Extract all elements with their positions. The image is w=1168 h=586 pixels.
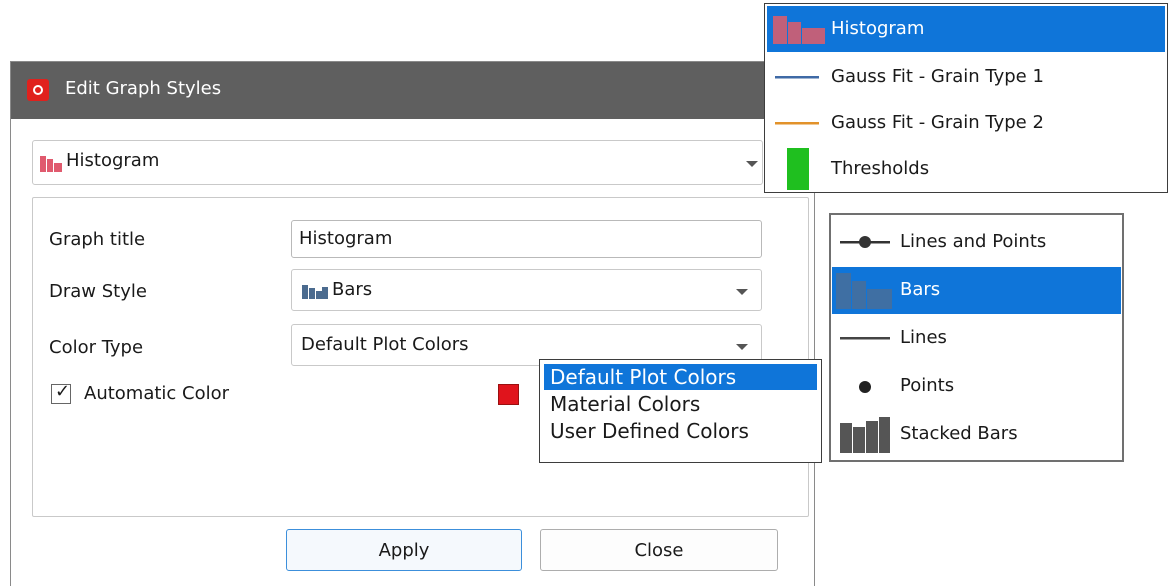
graph-title-label: Graph title — [49, 229, 146, 250]
apply-button[interactable]: Apply — [286, 529, 522, 571]
graph-item-label: Gauss Fit - Grain Type 2 — [831, 112, 1044, 133]
style-item-points[interactable]: Points — [832, 363, 1121, 410]
automatic-color-checkbox[interactable]: ✓ — [51, 381, 71, 404]
graph-selector-value: Histogram — [66, 150, 160, 171]
line-icon — [840, 337, 890, 340]
graph-item-histogram[interactable]: Histogram — [767, 6, 1165, 52]
stacked-bars-icon — [840, 417, 890, 453]
color-type-value: Default Plot Colors — [301, 334, 469, 355]
style-item-label: Lines and Points — [900, 231, 1047, 252]
graph-title-input[interactable]: Histogram — [291, 220, 762, 258]
chevron-down-icon — [736, 344, 748, 350]
chevron-down-icon — [736, 289, 748, 295]
draw-style-dropdown: Lines and Points Bars Lines Points Stack… — [829, 213, 1124, 462]
draw-style-value: Bars — [332, 279, 373, 300]
color-option-default[interactable]: Default Plot Colors — [544, 364, 817, 390]
graph-selector-combo[interactable]: Histogram — [32, 140, 763, 185]
graph-item-thresholds[interactable]: Thresholds — [767, 146, 1165, 192]
style-item-label: Points — [900, 375, 955, 396]
style-item-lines[interactable]: Lines — [832, 315, 1121, 362]
style-item-lines-points[interactable]: Lines and Points — [832, 219, 1121, 266]
graph-item-label: Gauss Fit - Grain Type 1 — [831, 66, 1044, 87]
dialog-title: Edit Graph Styles — [65, 78, 222, 99]
bars-icon — [836, 273, 892, 309]
color-option-user-defined[interactable]: User Defined Colors — [544, 418, 817, 444]
graph-item-label: Histogram — [831, 18, 925, 39]
app-logo-icon — [27, 79, 49, 101]
orange-line-icon — [775, 122, 819, 125]
title-bar[interactable]: Edit Graph Styles — [11, 62, 814, 119]
graph-title-value: Histogram — [299, 228, 393, 249]
histogram-bars-icon — [773, 16, 825, 44]
blue-line-icon — [775, 76, 819, 79]
color-option-material[interactable]: Material Colors — [544, 391, 817, 417]
close-button[interactable]: Close — [540, 529, 778, 571]
style-item-bars[interactable]: Bars — [832, 267, 1121, 314]
close-button-label: Close — [634, 540, 684, 561]
draw-style-label: Draw Style — [49, 281, 147, 302]
color-type-dropdown: Default Plot Colors Material Colors User… — [539, 359, 822, 463]
style-item-label: Lines — [900, 327, 947, 348]
edit-graph-styles-dialog: Edit Graph Styles Histogram Graph title … — [10, 61, 815, 586]
point-icon — [859, 381, 871, 393]
line-point-icon — [840, 236, 890, 248]
chevron-down-icon — [746, 161, 758, 167]
bars-icon — [302, 285, 328, 299]
style-item-label: Stacked Bars — [900, 423, 1018, 444]
green-bar-icon — [787, 148, 809, 190]
graph-item-gauss-1[interactable]: Gauss Fit - Grain Type 1 — [767, 54, 1165, 100]
graph-item-gauss-2[interactable]: Gauss Fit - Grain Type 2 — [767, 100, 1165, 146]
color-swatch[interactable] — [498, 384, 519, 405]
checkmark-icon: ✓ — [55, 381, 71, 402]
style-item-stacked-bars[interactable]: Stacked Bars — [832, 411, 1121, 458]
graph-item-label: Thresholds — [831, 158, 930, 179]
automatic-color-label: Automatic Color — [84, 383, 230, 404]
graph-list-dropdown: Histogram Gauss Fit - Grain Type 1 Gauss… — [764, 3, 1168, 193]
apply-button-label: Apply — [378, 540, 430, 561]
draw-style-combo[interactable]: Bars — [291, 269, 762, 311]
style-item-label: Bars — [900, 279, 941, 300]
histogram-bars-icon — [40, 156, 62, 172]
color-type-label: Color Type — [49, 337, 144, 358]
